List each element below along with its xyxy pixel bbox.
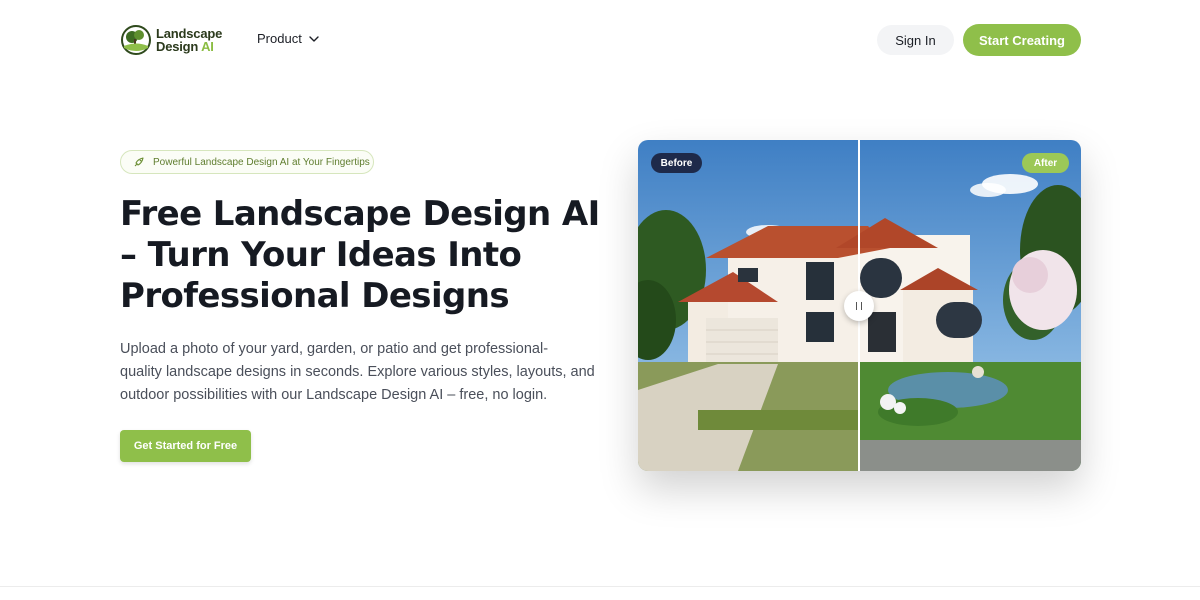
hero-tagline-pill: Powerful Landscape Design AI at Your Fin… bbox=[120, 150, 374, 174]
hero-description-line: Upload a photo of your yard, garden, or … bbox=[120, 341, 549, 357]
hero-title: Free Landscape Design AI – Turn Your Ide… bbox=[120, 194, 600, 317]
before-badge: Before bbox=[651, 153, 702, 173]
logo-text-ai: AI bbox=[201, 39, 214, 54]
site-header: Landscape Design AI Product Sign In Star… bbox=[0, 0, 1200, 80]
hero-description-line: outdoor possibilities with our Landscape… bbox=[120, 387, 548, 403]
drag-handle-icon[interactable] bbox=[844, 291, 874, 321]
logo[interactable]: Landscape Design AI bbox=[120, 24, 222, 56]
hero-tagline-text: Powerful Landscape Design AI at Your Fin… bbox=[153, 156, 370, 168]
hero-title-line: Free Landscape Design AI bbox=[120, 194, 600, 234]
handle-grip bbox=[856, 302, 862, 310]
hero-title-line: – Turn Your Ideas Into bbox=[120, 235, 522, 275]
before-after-comparison[interactable]: Before After bbox=[638, 140, 1081, 471]
start-creating-button[interactable]: Start Creating bbox=[963, 24, 1081, 56]
nav-product-menu[interactable]: Product bbox=[257, 31, 320, 46]
hero-description-line: quality landscape designs in seconds. Ex… bbox=[120, 364, 595, 380]
tree-logo-icon bbox=[121, 25, 151, 55]
chevron-down-icon bbox=[309, 35, 319, 42]
nav-product-label: Product bbox=[257, 31, 302, 46]
sign-in-button[interactable]: Sign In bbox=[877, 25, 954, 55]
rocket-icon bbox=[134, 157, 144, 167]
hero-title-line: Professional Designs bbox=[120, 276, 510, 316]
after-badge: After bbox=[1022, 153, 1069, 173]
section-divider bbox=[0, 586, 1200, 587]
logo-text-design: Design bbox=[156, 39, 199, 54]
logo-text-line2: Design AI bbox=[156, 40, 222, 53]
hero-description: Upload a photo of your yard, garden, or … bbox=[120, 338, 595, 407]
get-started-button[interactable]: Get Started for Free bbox=[120, 430, 251, 462]
